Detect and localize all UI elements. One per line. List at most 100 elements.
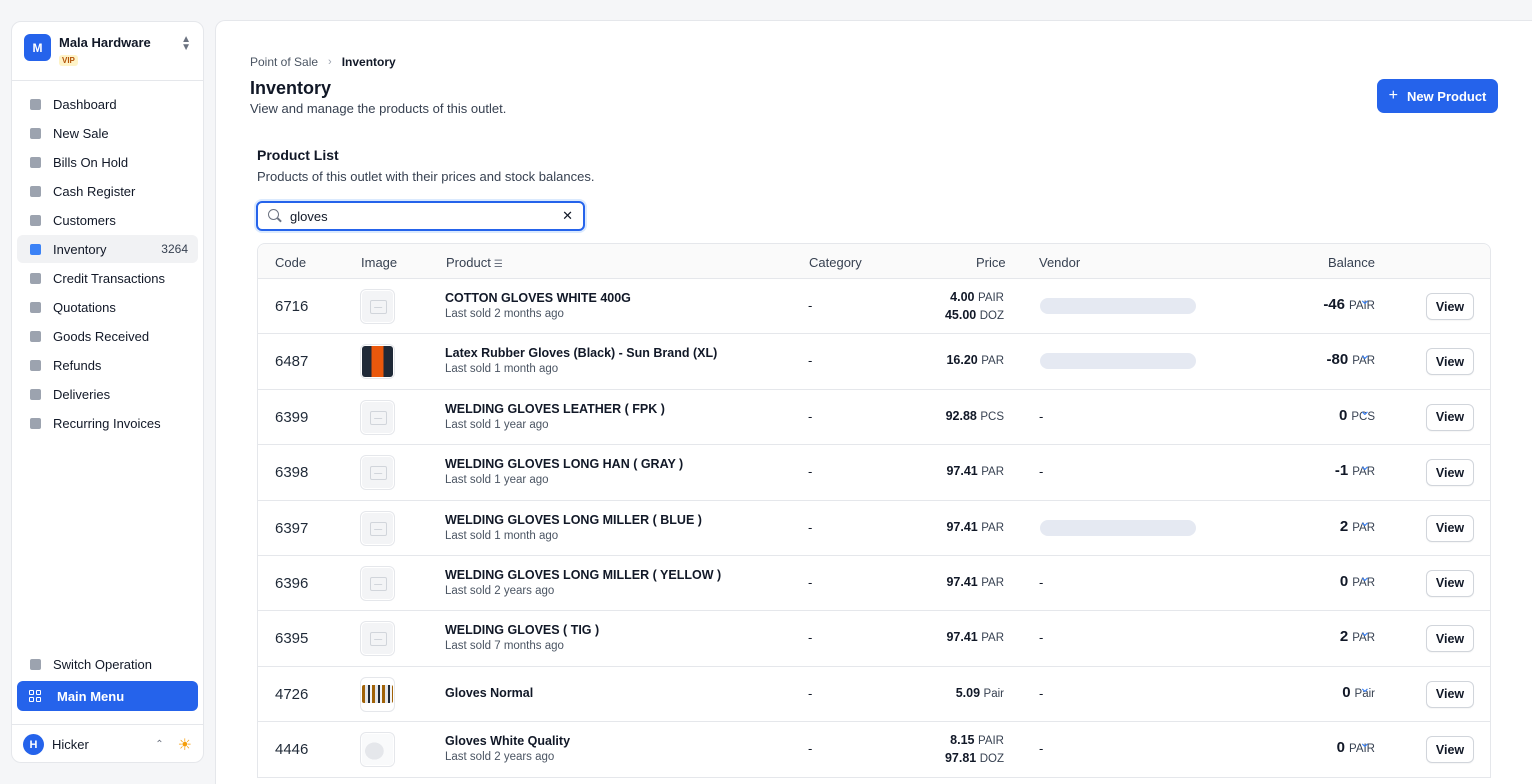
search-input[interactable] <box>290 208 563 224</box>
price-line: 97.41 PAR <box>898 574 1004 592</box>
header-category[interactable]: Category <box>809 255 862 270</box>
sidebar-item-inventory[interactable]: Inventory 3264 <box>17 235 198 263</box>
chevron-down-icon[interactable]: ⌄ <box>1359 513 1371 530</box>
chevron-up-down-icon[interactable]: ▲ ▼ <box>181 35 191 53</box>
product-info[interactable]: WELDING GLOVES LONG MILLER ( BLUE ) Last … <box>445 513 702 542</box>
product-price: 4.00 PAIR 45.00 DOZ <box>898 289 1004 325</box>
view-button[interactable]: View <box>1426 348 1474 376</box>
breadcrumb-root[interactable]: Point of Sale <box>250 55 318 69</box>
product-info[interactable]: WELDING GLOVES LEATHER ( FPK ) Last sold … <box>445 402 665 431</box>
sidebar-nav: Dashboard New Sale Bills On Hold Cash Regis… <box>12 81 203 437</box>
sidebar-item-label: Goods Received <box>53 328 150 344</box>
chevron-down-icon[interactable]: ⌄ <box>1359 457 1371 474</box>
table-row: 6395 WELDING GLOVES ( TIG ) Last sold 7 mo… <box>258 611 1490 667</box>
header-price[interactable]: Price <box>976 255 1006 270</box>
org-avatar: M <box>24 34 51 61</box>
last-sold: Last sold 2 years ago <box>445 751 555 764</box>
view-button[interactable]: View <box>1426 293 1474 320</box>
balance-value: 0 <box>1336 739 1345 757</box>
product-vendor: - <box>1039 741 1044 757</box>
product-info[interactable]: WELDING GLOVES LONG HAN ( GRAY ) Last sol… <box>445 457 683 486</box>
product-price: 97.41 PAR <box>898 519 1004 537</box>
sidebar-item-bills-on-hold[interactable]: Bills On Hold <box>17 148 198 176</box>
view-button[interactable]: View <box>1426 680 1474 708</box>
price-unit: PAR <box>981 355 1004 368</box>
product-table: Code Image Product ☰ Category Price Vendo… <box>257 243 1491 778</box>
view-button[interactable]: View <box>1426 403 1474 431</box>
sort-icon[interactable]: ☰ <box>494 259 503 270</box>
main-menu-label: Main Menu <box>57 688 125 704</box>
product-info[interactable]: Latex Rubber Gloves (Black) - Sun Brand … <box>445 346 717 375</box>
sidebar-item-dashboard[interactable]: Dashboard <box>17 90 198 118</box>
product-info[interactable]: Gloves Normal <box>445 686 533 700</box>
header-vendor[interactable]: Vendor <box>1039 255 1080 270</box>
user-menu[interactable]: H Hicker ⌃ ☀ <box>12 724 203 764</box>
section-subtitle: Products of this outlet with their price… <box>257 169 595 184</box>
chevron-down-icon[interactable]: ⌄ <box>1359 679 1371 696</box>
view-button[interactable]: View <box>1426 625 1474 653</box>
sidebar-item-deliveries[interactable]: Deliveries <box>17 380 198 408</box>
price-amount: 45.00 <box>944 308 977 322</box>
sidebar-item-refunds[interactable]: Refunds <box>17 351 198 379</box>
sidebar-item-customers[interactable]: Customers <box>17 206 198 234</box>
price-amount: 5.09 <box>955 685 981 700</box>
switch-operation-icon <box>29 658 42 671</box>
new-product-button[interactable]: + New Product <box>1377 79 1498 113</box>
product-name: Gloves White Quality <box>445 734 571 749</box>
plus-icon: + <box>1388 87 1398 104</box>
price-unit: PCS <box>980 410 1004 423</box>
close-icon[interactable]: ✕ <box>562 208 573 224</box>
chevron-down-icon[interactable]: ⌄ <box>1359 623 1371 640</box>
sidebar-item-new-sale[interactable]: New Sale <box>17 119 198 147</box>
product-vendor: - <box>1039 464 1044 480</box>
product-image <box>360 289 395 324</box>
view-button[interactable]: View <box>1426 514 1474 542</box>
chevron-up-icon[interactable]: ⌃ <box>155 739 163 750</box>
price-line: 97.41 PAR <box>898 519 1004 537</box>
sidebar-item-goods-received[interactable]: Goods Received <box>17 322 198 350</box>
header-product[interactable]: Product ☰ <box>446 255 503 270</box>
sidebar-item-label: Deliveries <box>53 386 111 402</box>
chevron-down-icon[interactable]: ⌄ <box>1359 734 1371 751</box>
stock-balance: 0 PAIR <box>1248 739 1375 756</box>
sidebar-item-cash-register[interactable]: Cash Register <box>17 177 198 205</box>
page-title: Inventory <box>250 78 332 98</box>
product-info[interactable]: WELDING GLOVES LONG MILLER ( YELLOW ) Las… <box>445 568 721 597</box>
stock-balance: -80 PAR <box>1248 351 1375 368</box>
sidebar-item-credit-transactions[interactable]: Credit Transactions <box>17 264 198 292</box>
product-price: 97.41 PAR <box>898 463 1004 481</box>
product-category: - <box>808 741 813 757</box>
view-button[interactable]: View <box>1426 569 1474 597</box>
product-price: 97.41 PAR <box>898 574 1004 592</box>
sidebar-item-recurring-invoices[interactable]: Recurring Invoices <box>17 409 198 437</box>
product-info[interactable]: Gloves White Quality Last sold 2 years ag… <box>445 734 570 763</box>
chevron-down-icon[interactable]: ⌄ <box>1359 568 1371 585</box>
switch-operation-button[interactable]: Switch Operation <box>17 650 198 678</box>
stock-balance: -1 PAR <box>1248 462 1375 479</box>
header-balance[interactable]: Balance <box>1328 255 1375 270</box>
recurring-invoices-icon <box>29 417 42 430</box>
product-price: 92.88 PCS <box>898 408 1004 426</box>
chevron-down-icon[interactable]: ⌄ <box>1359 346 1371 363</box>
user-name: Hicker <box>52 737 89 752</box>
price-unit: PAR <box>981 576 1004 589</box>
chevron-down-icon[interactable]: ⌄ <box>1359 291 1371 308</box>
product-name: WELDING GLOVES LONG HAN ( GRAY ) <box>445 457 684 472</box>
product-info[interactable]: COTTON GLOVES WHITE 400G Last sold 2 mont… <box>445 291 631 320</box>
view-button[interactable]: View <box>1426 459 1474 487</box>
main-menu-button[interactable]: Main Menu <box>17 681 198 711</box>
org-switcher[interactable]: M Mala Hardware VIP ▲ ▼ <box>12 22 203 81</box>
sidebar-item-label: Quotations <box>53 299 116 315</box>
product-vendor: - <box>1039 685 1044 701</box>
chevron-down-icon[interactable]: ⌄ <box>1359 402 1371 419</box>
image-placeholder-icon <box>362 567 393 599</box>
product-info[interactable]: WELDING GLOVES ( TIG ) Last sold 7 months… <box>445 623 599 652</box>
stock-balance: 2 PAR <box>1248 628 1375 645</box>
view-button[interactable]: View <box>1426 736 1474 764</box>
sun-icon[interactable]: ☀ <box>178 735 192 755</box>
product-category: - <box>808 464 813 480</box>
sidebar-item-quotations[interactable]: Quotations <box>17 293 198 321</box>
price-unit: DOZ <box>979 310 1004 322</box>
header-code[interactable]: Code <box>275 255 306 270</box>
stock-balance: -46 PAIR <box>1248 296 1375 313</box>
